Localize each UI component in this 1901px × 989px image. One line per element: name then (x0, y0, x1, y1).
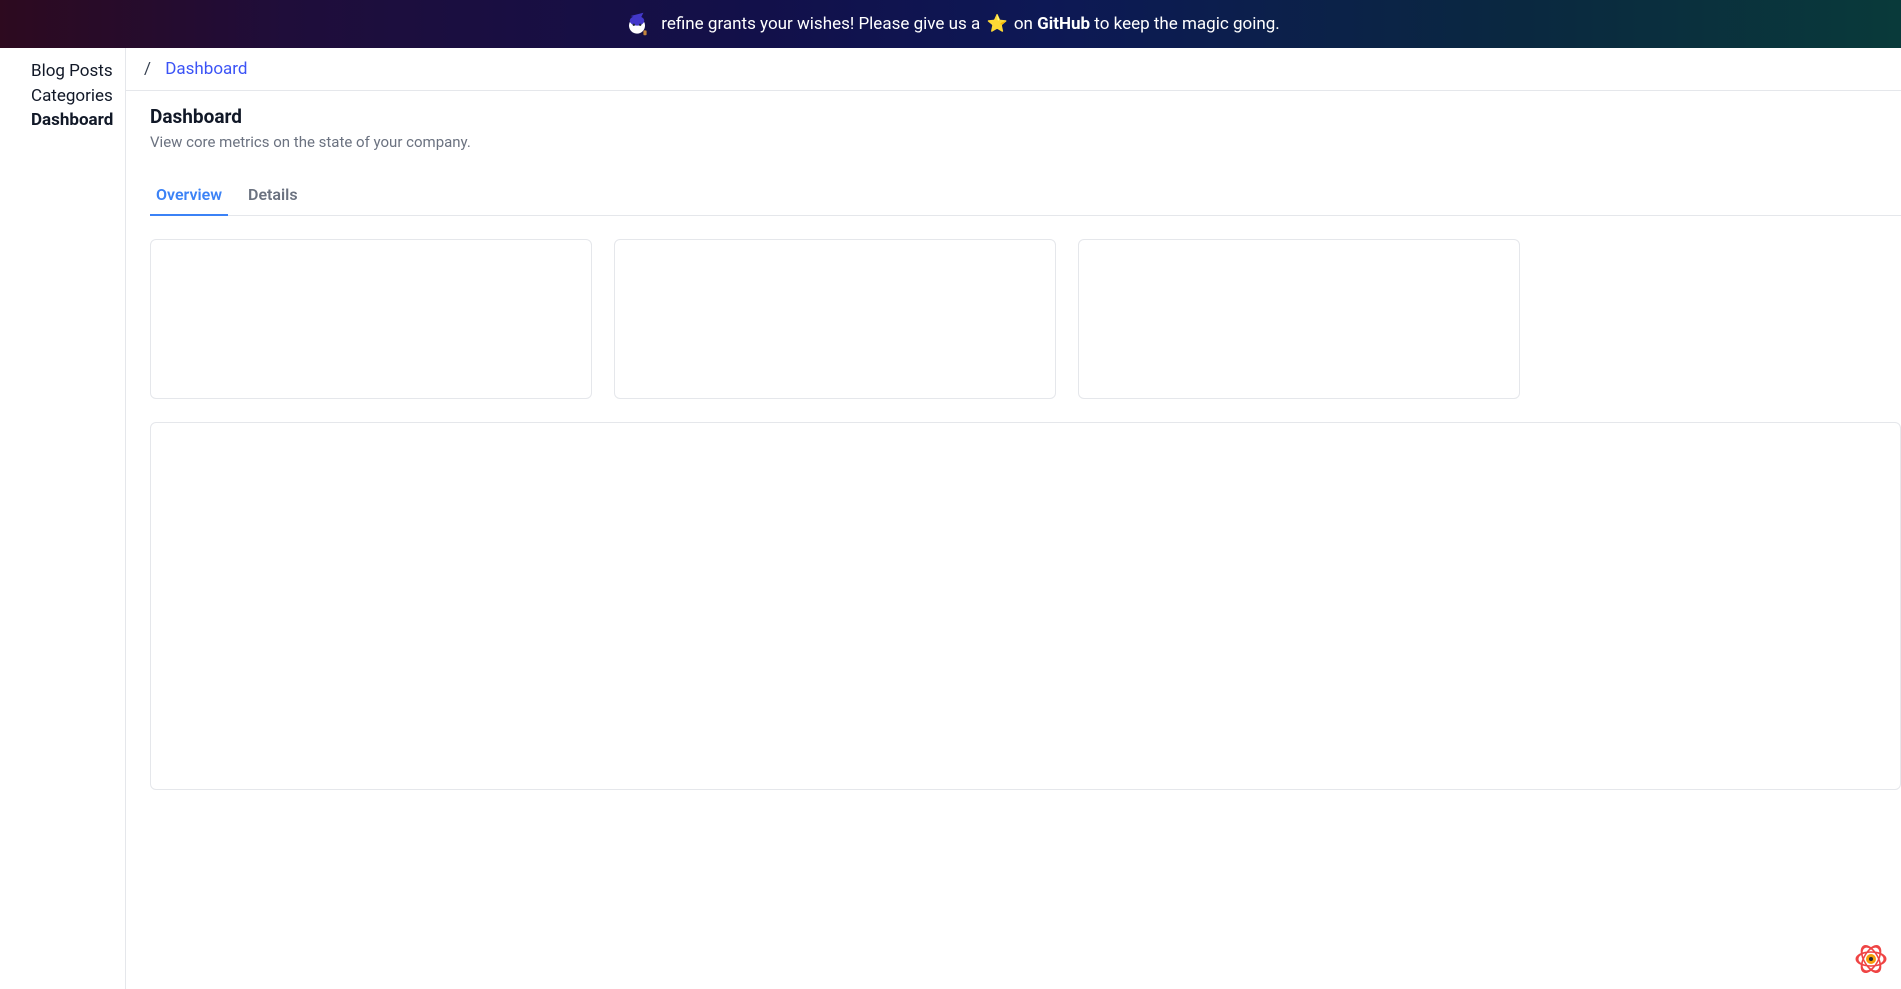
page-subtitle: View core metrics on the state of your c… (150, 133, 1901, 151)
kpi-card-3 (1078, 239, 1520, 399)
banner-text-after: on (1010, 14, 1038, 34)
sidebar-item-dashboard[interactable]: Dashboard (31, 108, 125, 133)
github-banner[interactable]: refine grants your wishes! Please give u… (0, 0, 1901, 48)
kpi-card-row (150, 239, 1901, 399)
tabs: Overview Details (150, 185, 1901, 216)
main-panel (150, 422, 1901, 790)
sidebar-item-blog-posts[interactable]: Blog Posts (31, 59, 125, 84)
breadcrumb-dashboard-link[interactable]: Dashboard (165, 59, 247, 79)
banner-text-before: refine grants your wishes! Please give u… (661, 14, 984, 34)
kpi-card-2 (614, 239, 1056, 399)
wizard-icon (621, 8, 653, 40)
tab-details[interactable]: Details (248, 185, 298, 215)
banner-github-link[interactable]: GitHub (1037, 14, 1090, 34)
sidebar-item-categories[interactable]: Categories (31, 84, 125, 109)
breadcrumb-separator: / (144, 59, 151, 79)
banner-text-end: to keep the magic going. (1090, 14, 1280, 34)
main-content: / Dashboard Dashboard View core metrics … (126, 48, 1901, 989)
tab-overview[interactable]: Overview (156, 185, 222, 215)
breadcrumb: / Dashboard (126, 48, 1901, 91)
page-title: Dashboard (150, 105, 1901, 128)
star-icon: ⭐ (986, 14, 1007, 34)
react-query-devtools-icon[interactable] (1851, 939, 1891, 979)
kpi-card-1 (150, 239, 592, 399)
sidebar: Blog Posts Categories Dashboard (0, 48, 126, 989)
